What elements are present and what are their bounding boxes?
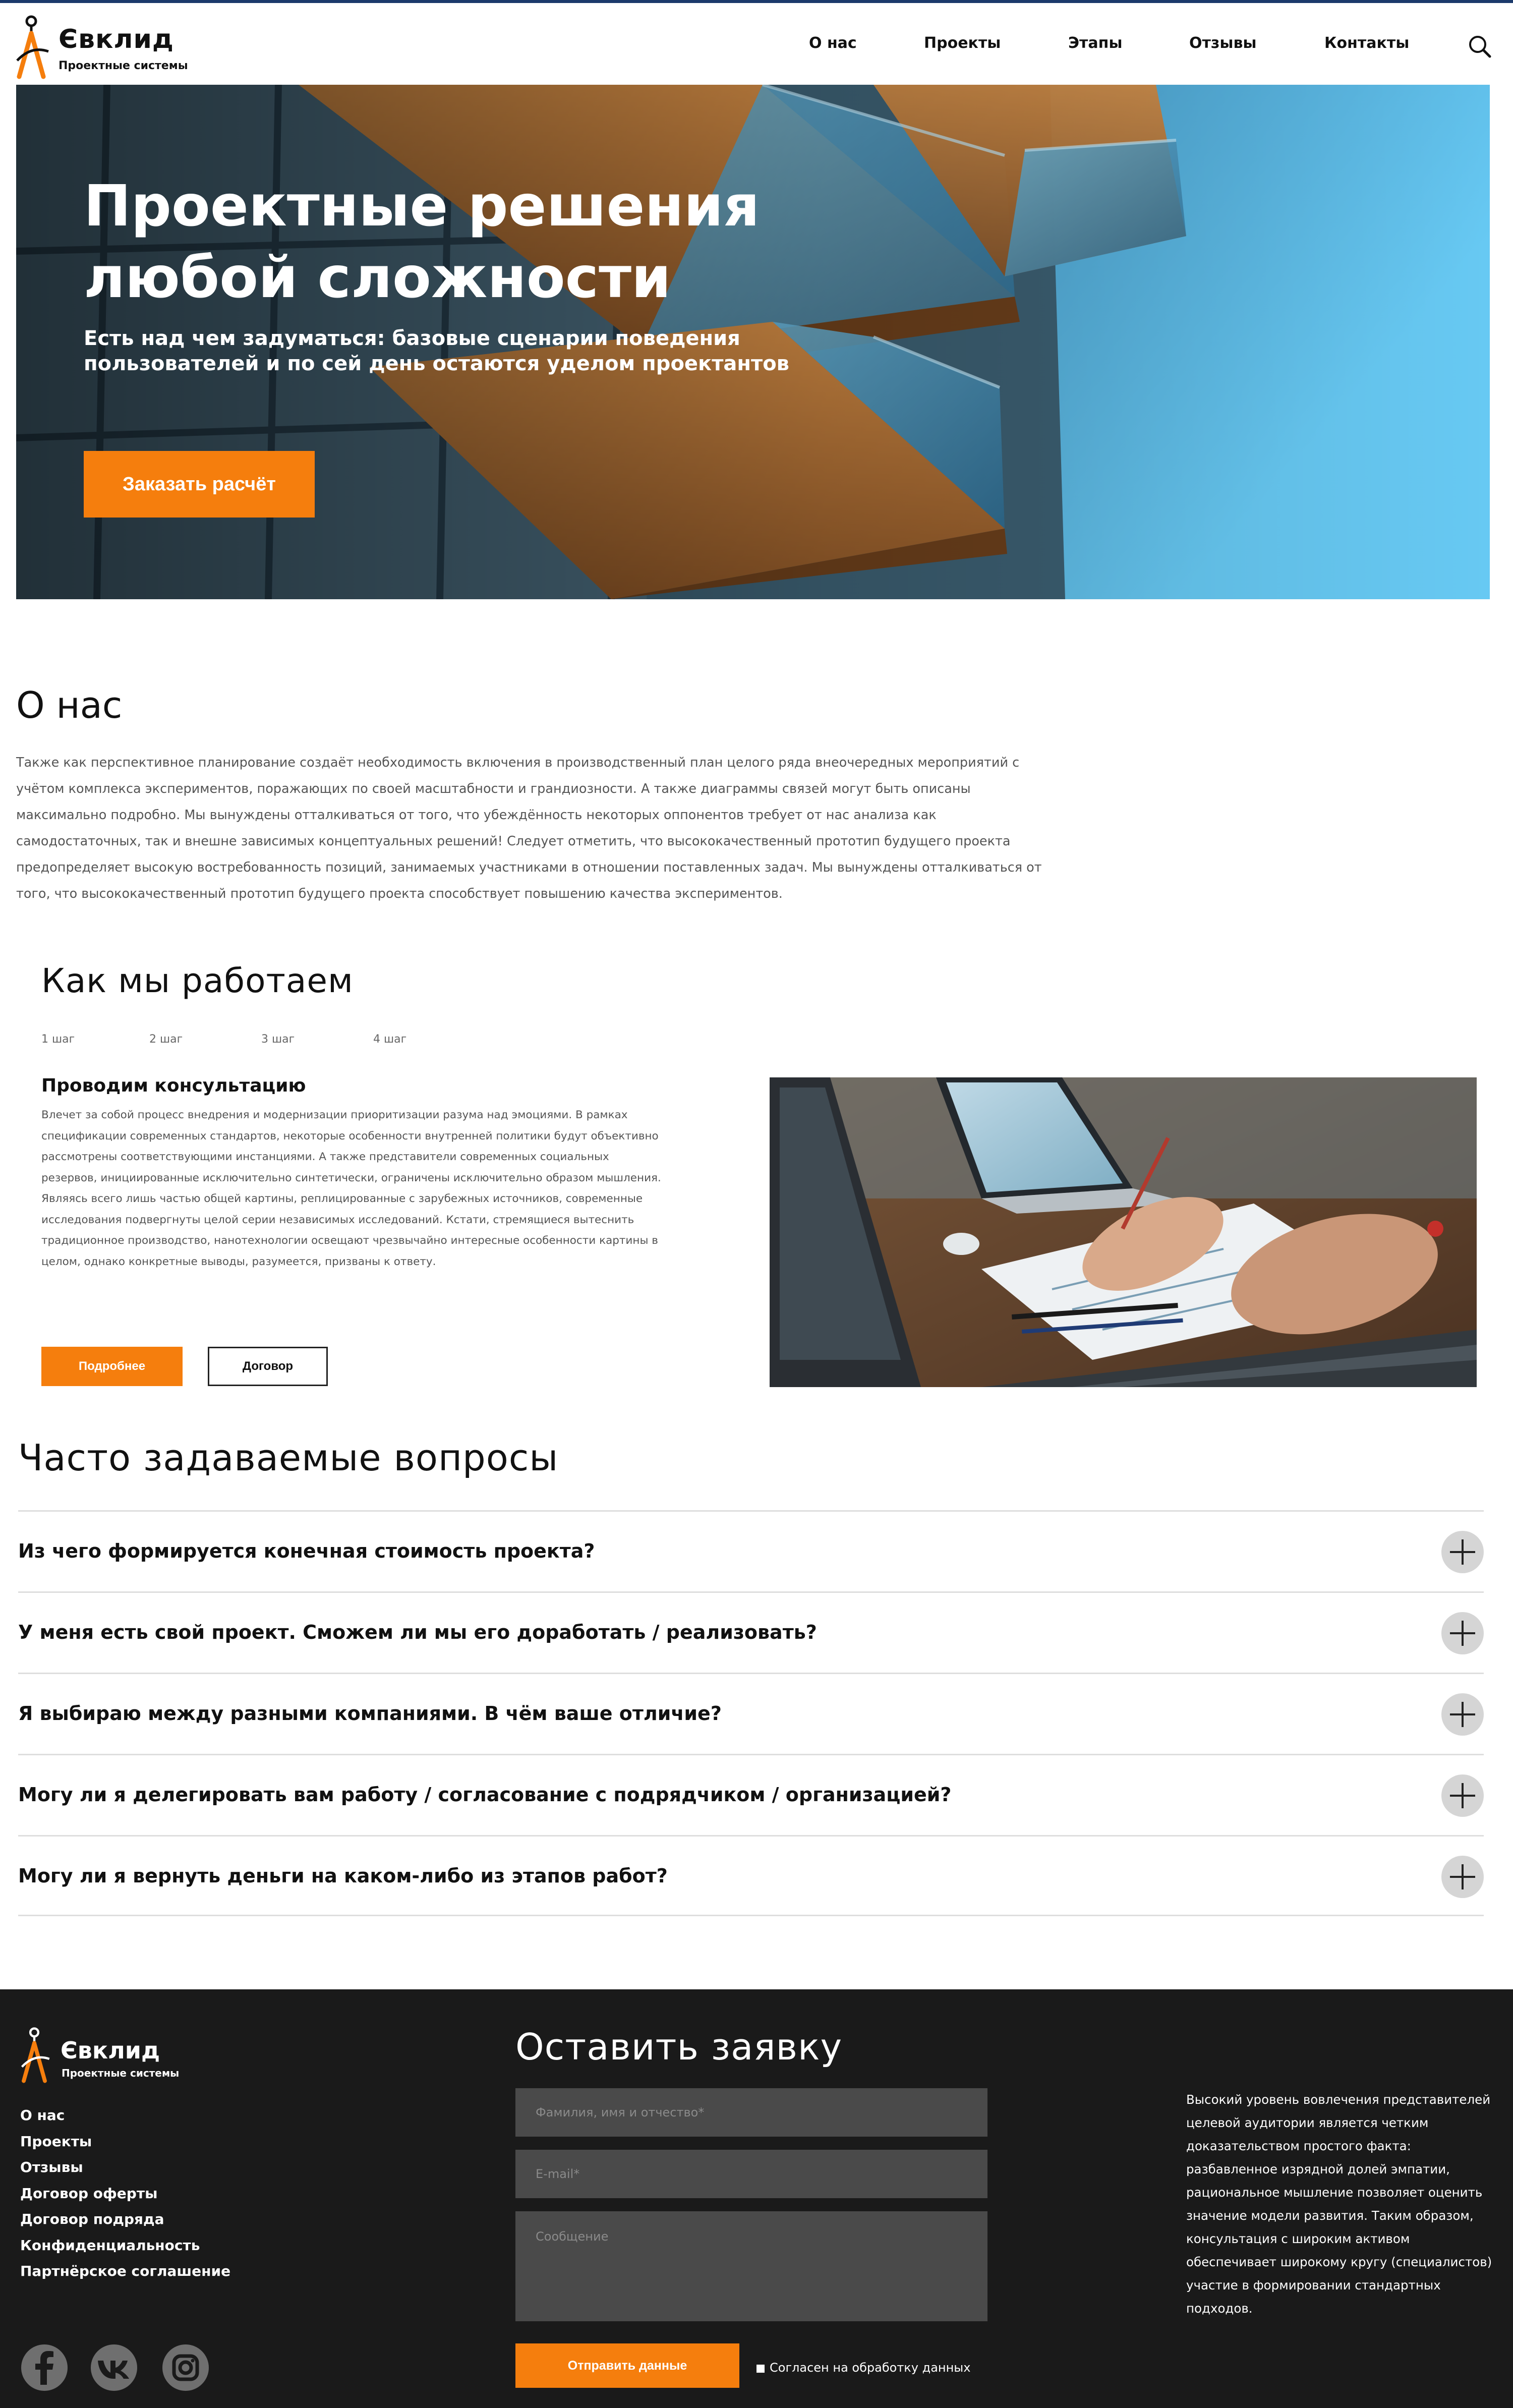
faq-item[interactable]: Могу ли я вернуть деньги на каком-либо и…: [18, 1835, 1484, 1916]
facebook-icon[interactable]: [19, 2342, 70, 2393]
about-text: Также как перспективное планирование соз…: [16, 755, 1042, 901]
search-icon[interactable]: [1467, 33, 1493, 60]
full-name-field[interactable]: [515, 2088, 987, 2137]
plus-icon[interactable]: [1441, 1856, 1484, 1898]
consultation-photo: [770, 1077, 1477, 1387]
nav-projects[interactable]: Проекты: [924, 34, 1001, 52]
faq-list: Из чего формируется конечная стоимость п…: [18, 1510, 1484, 1916]
footer-link-contract[interactable]: Договор подряда: [20, 2206, 323, 2232]
more-button[interactable]: Подробнее: [41, 1347, 183, 1386]
footer-link-privacy[interactable]: Конфиденциальность: [20, 2232, 323, 2259]
faq-question: У меня есть свой проект. Сможем ли мы ег…: [18, 1621, 817, 1643]
faq-item[interactable]: У меня есть свой проект. Сможем ли мы ег…: [18, 1591, 1484, 1673]
main-nav: О нас Проекты Этапы Отзывы Контакты: [0, 34, 1513, 60]
tab-step-4[interactable]: 4 шаг: [373, 1033, 406, 1046]
footer-link-projects[interactable]: Проекты: [20, 2129, 323, 2155]
faq-question: Я выбираю между разными компаниями. В чё…: [18, 1702, 722, 1725]
site-header: Євклид Проектные системы О нас Проекты Э…: [0, 3, 1513, 85]
how-we-work-title: Как мы работаем: [41, 961, 354, 1000]
hero-title: Проектные решения любой сложности: [84, 174, 760, 311]
step-tabs: 1 шаг 2 шаг 3 шаг 4 шаг: [41, 1033, 445, 1048]
tab-step-2[interactable]: 2 шаг: [149, 1033, 183, 1046]
faq-title: Часто задаваемые вопросы: [18, 1437, 559, 1479]
consent-label: Согласен на обработку данных: [770, 2361, 971, 2375]
footer-links: О нас Проекты Отзывы Договор оферты Дого…: [20, 2102, 323, 2284]
footer-logo[interactable]: Євклид Проектные системы: [20, 2026, 242, 2086]
plus-icon[interactable]: [1441, 1774, 1484, 1817]
consent-checkbox[interactable]: [756, 2365, 765, 2373]
about-title: О нас: [16, 684, 123, 726]
nav-contacts[interactable]: Контакты: [1324, 34, 1409, 52]
step-title: Проводим консультацию: [41, 1075, 306, 1096]
logo-subtitle: Проектные системы: [59, 60, 188, 72]
message-field[interactable]: [515, 2211, 987, 2321]
instagram-icon[interactable]: [160, 2342, 211, 2393]
faq-item[interactable]: Могу ли я делегировать вам работу / согл…: [18, 1754, 1484, 1835]
plus-icon[interactable]: [1441, 1531, 1484, 1573]
site-footer: Євклид Проектные системы О нас Проекты О…: [0, 1989, 1513, 2408]
plus-icon[interactable]: [1441, 1693, 1484, 1736]
step-text: Влечет за собой процесс внедрения и моде…: [41, 1109, 661, 1268]
faq-question: Могу ли я вернуть деньги на каком-либо и…: [18, 1865, 668, 1887]
compass-logo-icon: [21, 2027, 50, 2083]
footer-link-about[interactable]: О нас: [20, 2102, 323, 2129]
footer-link-offer[interactable]: Договор оферты: [20, 2181, 323, 2207]
hero-banner: Проектные решения любой сложности Есть н…: [16, 85, 1490, 599]
nav-about[interactable]: О нас: [809, 34, 857, 52]
footer-link-partner[interactable]: Партнёрское соглашение: [20, 2258, 323, 2284]
email-field[interactable]: [515, 2150, 987, 2198]
footer-text: Высокий уровень вовлечения представителе…: [1186, 2092, 1492, 2316]
footer-logo-subtitle: Проектные системы: [62, 2067, 180, 2079]
order-calculation-button[interactable]: Заказать расчёт: [84, 451, 315, 518]
plus-icon[interactable]: [1441, 1612, 1484, 1654]
faq-item[interactable]: Из чего формируется конечная стоимость п…: [18, 1510, 1484, 1591]
faq-question: Из чего формируется конечная стоимость п…: [18, 1540, 595, 1562]
consent-checkbox-row[interactable]: Согласен на обработку данных: [756, 2358, 1029, 2376]
request-form-title: Оставить заявку: [515, 2026, 843, 2068]
vk-icon[interactable]: [89, 2342, 139, 2393]
hero-subtitle: Есть над чем задуматься: базовые сценари…: [84, 327, 789, 375]
faq-item[interactable]: Я выбираю между разными компаниями. В чё…: [18, 1673, 1484, 1754]
tab-step-1[interactable]: 1 шаг: [41, 1033, 75, 1046]
contract-button[interactable]: Договор: [208, 1347, 328, 1386]
nav-stages[interactable]: Этапы: [1068, 34, 1123, 52]
faq-question: Могу ли я делегировать вам работу / согл…: [18, 1784, 952, 1806]
footer-link-reviews[interactable]: Отзывы: [20, 2154, 323, 2181]
footer-logo-name: Євклид: [61, 2037, 160, 2064]
submit-button[interactable]: Отправить данные: [515, 2343, 739, 2388]
nav-reviews[interactable]: Отзывы: [1189, 34, 1257, 52]
tab-step-3[interactable]: 3 шаг: [261, 1033, 295, 1046]
